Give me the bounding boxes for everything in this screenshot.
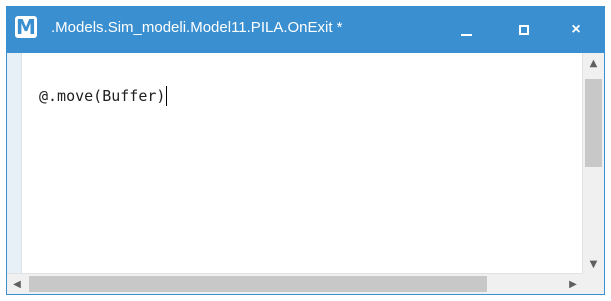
method-editor-window: M .Models.Sim_modeli.Model11.PILA.OnExit…	[6, 6, 605, 295]
horizontal-scrollbar[interactable]: ◀ ▶	[7, 273, 583, 294]
scroll-left-button[interactable]: ◀	[7, 274, 27, 294]
scrollbar-corner	[583, 274, 604, 294]
close-button[interactable]: ×	[547, 7, 605, 53]
minimize-button[interactable]	[437, 7, 495, 53]
text-caret	[166, 86, 168, 106]
close-icon: ×	[571, 21, 581, 38]
code-line[interactable]: @.move(Buffer)	[39, 86, 168, 106]
window-title: .Models.Sim_modeli.Model11.PILA.OnExit *	[51, 19, 343, 36]
vertical-scroll-thumb[interactable]	[585, 79, 602, 167]
scroll-up-button[interactable]: ▲	[583, 53, 604, 73]
title-bar[interactable]: M .Models.Sim_modeli.Model11.PILA.OnExit…	[7, 7, 604, 53]
scroll-right-button[interactable]: ▶	[563, 274, 583, 294]
maximize-button[interactable]	[495, 7, 553, 53]
app-logo-icon: M	[15, 15, 37, 39]
minimize-icon	[460, 34, 472, 36]
vertical-scrollbar[interactable]: ▲ ▼	[582, 53, 604, 274]
code-editor[interactable]: @.move(Buffer)	[22, 53, 583, 274]
horizontal-scroll-thumb[interactable]	[29, 276, 487, 292]
maximize-icon	[519, 25, 529, 35]
code-text: @.move(Buffer)	[39, 87, 166, 105]
editor-client-area: @.move(Buffer) ▲ ▼ ◀ ▶	[7, 53, 604, 294]
line-gutter	[7, 53, 22, 274]
scroll-down-button[interactable]: ▼	[583, 254, 604, 274]
